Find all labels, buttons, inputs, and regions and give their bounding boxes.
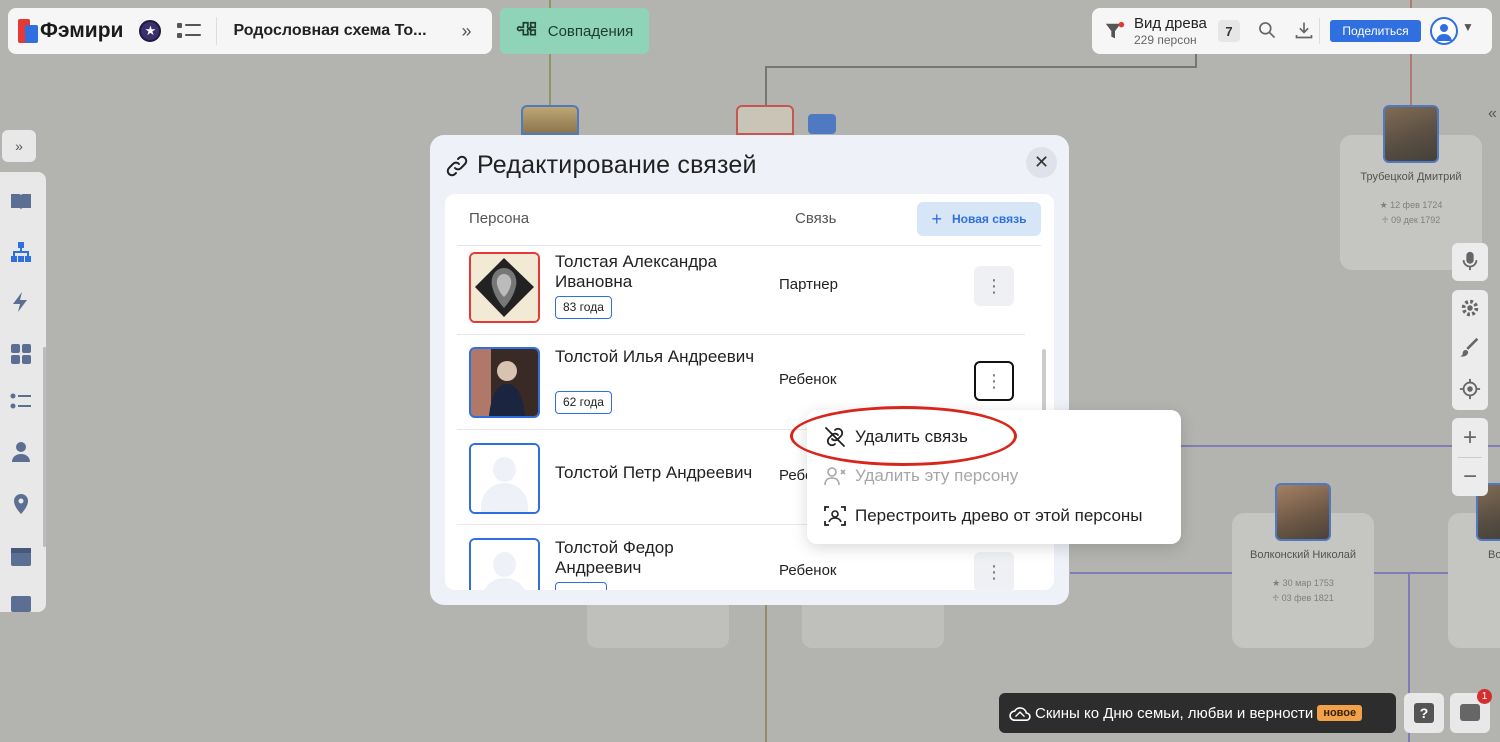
locate-target-icon[interactable]	[1458, 378, 1482, 402]
app-logo[interactable]: Фэмири	[18, 19, 123, 43]
grid-icon[interactable]	[9, 342, 33, 366]
person-name: Толстой Федор Андреевич	[555, 538, 674, 577]
zoom-in-icon[interactable]: +	[1458, 426, 1482, 450]
person-icon[interactable]	[9, 440, 33, 464]
list-scrollbar[interactable]	[1042, 349, 1046, 419]
logo-mark-icon	[18, 19, 38, 43]
chat-bubble-icon	[1460, 704, 1480, 721]
calendar-icon[interactable]	[9, 544, 33, 568]
divider	[216, 17, 218, 45]
person-photo-placeholder	[469, 538, 540, 590]
person-count: 229 персон	[1134, 33, 1197, 47]
plus-icon: +	[931, 208, 943, 229]
close-button[interactable]: ✕	[1026, 147, 1057, 178]
new-link-button[interactable]: + Новая связь	[917, 202, 1041, 236]
banner-text: Скины ко Дню семьи, любви и верности	[1035, 704, 1314, 722]
user-avatar[interactable]	[1430, 17, 1458, 45]
divider	[1458, 457, 1482, 458]
logo-text: Фэмири	[40, 19, 124, 42]
divider	[457, 334, 1025, 335]
tree-list-icon[interactable]	[177, 21, 202, 41]
row-menu-button[interactable]: ⋮	[974, 361, 1014, 401]
tree-structure-icon[interactable]	[9, 240, 33, 264]
left-sidebar	[0, 172, 46, 612]
highlight-annotation	[790, 406, 1017, 466]
list-icon[interactable]	[9, 390, 33, 414]
help-button[interactable]: ?	[1404, 693, 1444, 733]
matches-label: Совпадения	[547, 22, 634, 40]
remove-person-icon	[824, 467, 846, 486]
divider	[1319, 18, 1320, 44]
right-tool-group	[1452, 290, 1488, 410]
chevron-down-icon[interactable]: ▼	[1462, 20, 1474, 34]
relation-type: Ребенок	[779, 562, 837, 579]
brush-icon[interactable]	[1458, 337, 1482, 361]
row-menu-button[interactable]: ⋮	[974, 266, 1014, 306]
age-badge: 62 года	[555, 391, 612, 414]
top-bar: Фэмири ★ Родословная схема То... »	[8, 8, 492, 54]
microphone-icon[interactable]	[1458, 250, 1482, 274]
right-tool-group	[1452, 243, 1488, 281]
location-pin-icon[interactable]	[9, 492, 33, 516]
expand-chevrons-icon[interactable]: »	[461, 21, 471, 42]
person-silhouette-icon	[471, 540, 538, 590]
puzzle-icon	[516, 21, 536, 36]
lightning-icon[interactable]	[9, 290, 33, 314]
sidebar-toggle-button[interactable]: »	[2, 130, 36, 162]
age-badge	[555, 582, 607, 590]
search-icon[interactable]	[1256, 20, 1278, 42]
row-menu-button[interactable]: ⋮	[974, 552, 1014, 590]
sidebar-scrollbar[interactable]	[43, 347, 46, 547]
filter-icon[interactable]	[1104, 21, 1126, 43]
premium-star-icon[interactable]: ★	[139, 20, 162, 42]
zoom-out-icon[interactable]: −	[1458, 465, 1482, 489]
view-toolbar: Вид древа 229 персон 7 Поделиться ▼	[1092, 8, 1492, 54]
share-button[interactable]: Поделиться	[1330, 20, 1421, 42]
promo-banner[interactable]: Скины ко Дню семьи, любви и верности нов…	[999, 693, 1396, 733]
collapse-chevron-icon[interactable]: «	[1488, 105, 1497, 123]
column-header-relation: Связь	[795, 210, 837, 227]
tree-title[interactable]: Родословная схема То...	[233, 22, 433, 40]
notification-badge: 1	[1477, 689, 1492, 704]
person-silhouette-icon	[471, 445, 538, 512]
matches-button[interactable]: Совпадения	[500, 8, 649, 54]
focus-person-icon	[824, 506, 846, 526]
menu-item-rebuild-tree[interactable]: Перестроить древо от этой персоны	[823, 501, 1143, 531]
person-photo	[469, 252, 540, 323]
cloud-icon	[1009, 707, 1031, 722]
question-icon: ?	[1414, 703, 1434, 723]
new-badge: новое	[1317, 705, 1363, 721]
person-photo	[469, 347, 540, 418]
person-name: Толстая Александра Ивановна	[555, 252, 718, 291]
book-icon[interactable]	[9, 190, 33, 214]
filter-count-badge: 7	[1218, 20, 1240, 42]
download-icon[interactable]	[1293, 20, 1315, 42]
image-icon[interactable]	[9, 592, 33, 616]
person-name: Толстой Илья Андреевич	[555, 347, 755, 366]
view-title[interactable]: Вид древа	[1134, 15, 1207, 32]
person-name: Толстой Петр Андреевич	[555, 463, 753, 482]
settings-gear-icon[interactable]	[1458, 297, 1482, 321]
relation-row[interactable]: Толстая Александра Ивановна 83 года Парт…	[457, 246, 1025, 341]
age-badge: 83 года	[555, 296, 612, 319]
column-header-person: Персона	[469, 210, 530, 227]
zoom-controls: + −	[1452, 418, 1488, 496]
relation-type: Партнер	[779, 276, 838, 293]
link-icon	[446, 155, 468, 177]
modal-title: Редактирование связей	[477, 151, 757, 179]
relation-type: Ребенок	[779, 371, 837, 388]
person-photo-placeholder	[469, 443, 540, 514]
